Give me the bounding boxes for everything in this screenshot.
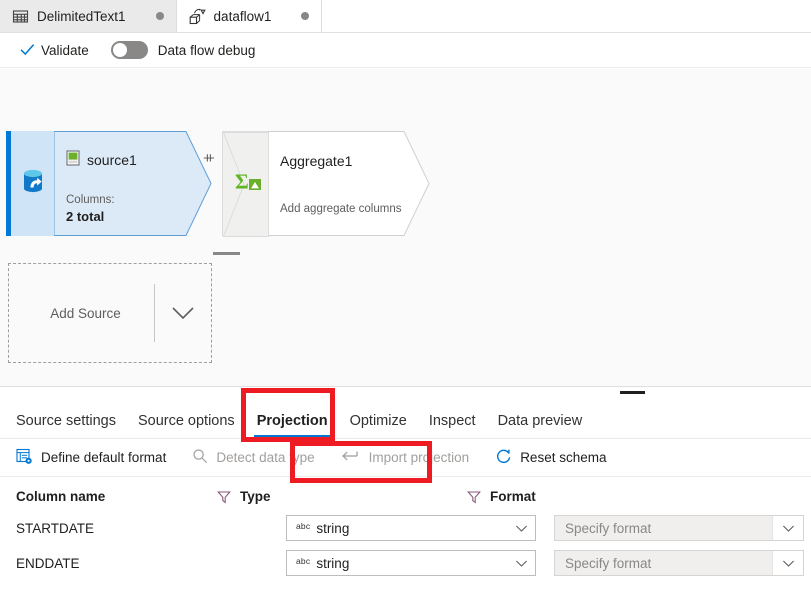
aggregate-node-icon-column: Σ <box>222 131 269 237</box>
tab-dirty-indicator <box>155 12 164 20</box>
column-name-value: STARTDATE <box>16 520 95 536</box>
toggle-knob <box>112 43 127 57</box>
reset-schema-label: Reset schema <box>520 450 607 465</box>
tab-source-settings[interactable]: Source settings <box>16 413 127 438</box>
validate-button[interactable]: Validate <box>16 35 93 65</box>
tab-delimitedtext1[interactable]: DelimitedText1 <box>0 0 177 32</box>
table-grid-icon <box>12 8 29 25</box>
header-type-cell: Type <box>216 488 467 504</box>
dataflow-canvas[interactable]: source1 Columns: 2 total + Σ Aggregate1 … <box>0 69 811 386</box>
tab-strip-empty-area <box>322 0 811 32</box>
tab-dirty-indicator <box>301 12 310 20</box>
sigma-aggregate-icon: Σ <box>235 170 263 196</box>
add-source-button[interactable]: Add Source <box>8 263 212 363</box>
type-value: string <box>316 520 350 536</box>
dataflow-icon <box>189 8 206 25</box>
add-source-label: Add Source <box>50 305 121 321</box>
import-projection-label: Import projection <box>368 450 470 465</box>
data-flow-debug-label: Data flow debug <box>157 42 256 58</box>
panel-tab-list: Source settings Source options Projectio… <box>0 401 811 439</box>
import-projection-button[interactable]: Import projection <box>341 449 482 466</box>
chevron-down-icon[interactable] <box>155 305 211 321</box>
format-placeholder: Specify format <box>565 555 652 571</box>
table-row: STARTDATE abc string Specify format <box>0 512 811 544</box>
tab-label: DelimitedText1 <box>37 8 126 24</box>
tab-data-preview[interactable]: Data preview <box>487 413 594 438</box>
refresh-icon <box>495 448 512 468</box>
magnifier-icon <box>192 448 208 467</box>
source-node-title-row: source1 <box>66 150 137 169</box>
filter-funnel-icon[interactable] <box>216 490 232 503</box>
tab-optimize[interactable]: Optimize <box>339 413 418 438</box>
dataflow-node-source1[interactable]: source1 Columns: 2 total <box>6 131 212 236</box>
aggregate-node-add-transform-button[interactable]: + <box>203 151 212 166</box>
type-dropdown[interactable]: abc string <box>286 515 536 541</box>
dataflow-node-aggregate1[interactable]: Σ Aggregate1 Add aggregate columns <box>222 131 430 237</box>
define-default-format-button[interactable]: Define default format <box>16 448 178 468</box>
detect-data-type-label: Detect data type <box>216 450 315 465</box>
panel-resize-grip[interactable] <box>620 391 645 394</box>
define-format-icon <box>16 448 33 468</box>
import-arrow-icon <box>341 449 361 466</box>
tab-inspect[interactable]: Inspect <box>418 413 487 438</box>
node-connector-line <box>213 252 240 255</box>
chevron-down-icon[interactable] <box>507 559 535 568</box>
source-columns-label: Columns: <box>66 194 115 206</box>
aggregate-node-name: Aggregate1 <box>280 153 353 169</box>
editor-tab-strip: DelimitedText1 dataflow1 <box>0 0 811 33</box>
source-columns-value: 2 total <box>66 209 105 224</box>
format-dropdown[interactable]: Specify format <box>554 515 804 541</box>
format-placeholder: Specify format <box>565 520 652 536</box>
source-node-metadata: Columns: 2 total <box>66 193 115 225</box>
filter-funnel-icon[interactable] <box>466 490 482 503</box>
node-settings-panel: Source settings Source options Projectio… <box>0 386 811 599</box>
tab-label: dataflow1 <box>213 8 272 24</box>
svg-text:Σ: Σ <box>235 171 249 193</box>
header-type: Type <box>240 488 271 504</box>
reset-schema-button[interactable]: Reset schema <box>495 448 618 468</box>
schema-table-header: Column name Type Format <box>0 483 811 509</box>
abc-type-icon: abc <box>296 521 311 531</box>
format-dropdown[interactable]: Specify format <box>554 550 804 576</box>
data-flow-debug-toggle[interactable]: Data flow debug <box>110 41 256 59</box>
type-dropdown[interactable]: abc string <box>286 550 536 576</box>
detect-data-type-button[interactable]: Detect data type <box>192 448 326 467</box>
chevron-down-icon[interactable] <box>772 516 803 540</box>
checkmark-icon <box>20 43 35 57</box>
define-default-format-label: Define default format <box>41 450 167 465</box>
tab-dataflow1[interactable]: dataflow1 <box>176 0 323 32</box>
aggregate-node-shape <box>267 131 430 236</box>
header-column-name: Column name <box>16 488 106 504</box>
source-node-name: source1 <box>87 151 137 168</box>
toggle-track <box>110 41 148 59</box>
type-value: string <box>316 555 350 571</box>
projection-schema-table: Column name Type Format STARTDATE abc st… <box>0 483 811 579</box>
validate-label: Validate <box>41 42 89 58</box>
table-row: ENDDATE abc string Specify format <box>0 547 811 579</box>
abc-type-icon: abc <box>296 556 311 566</box>
data-source-cylinder-icon <box>20 168 46 199</box>
delimited-text-file-icon <box>66 150 80 169</box>
chevron-down-icon[interactable] <box>772 551 803 575</box>
tab-projection[interactable]: Projection <box>246 413 339 438</box>
dataflow-command-bar: Validate Data flow debug <box>0 33 811 68</box>
source-node-icon-column <box>11 131 55 236</box>
tab-source-options[interactable]: Source options <box>127 413 246 438</box>
header-format: Format <box>490 488 536 504</box>
column-name-value: ENDDATE <box>16 555 80 571</box>
header-format-cell: Format <box>466 488 536 504</box>
chevron-down-icon[interactable] <box>507 524 535 533</box>
projection-action-bar: Define default format Detect data type I… <box>0 439 811 477</box>
aggregate-node-subtitle: Add aggregate columns <box>280 203 402 215</box>
